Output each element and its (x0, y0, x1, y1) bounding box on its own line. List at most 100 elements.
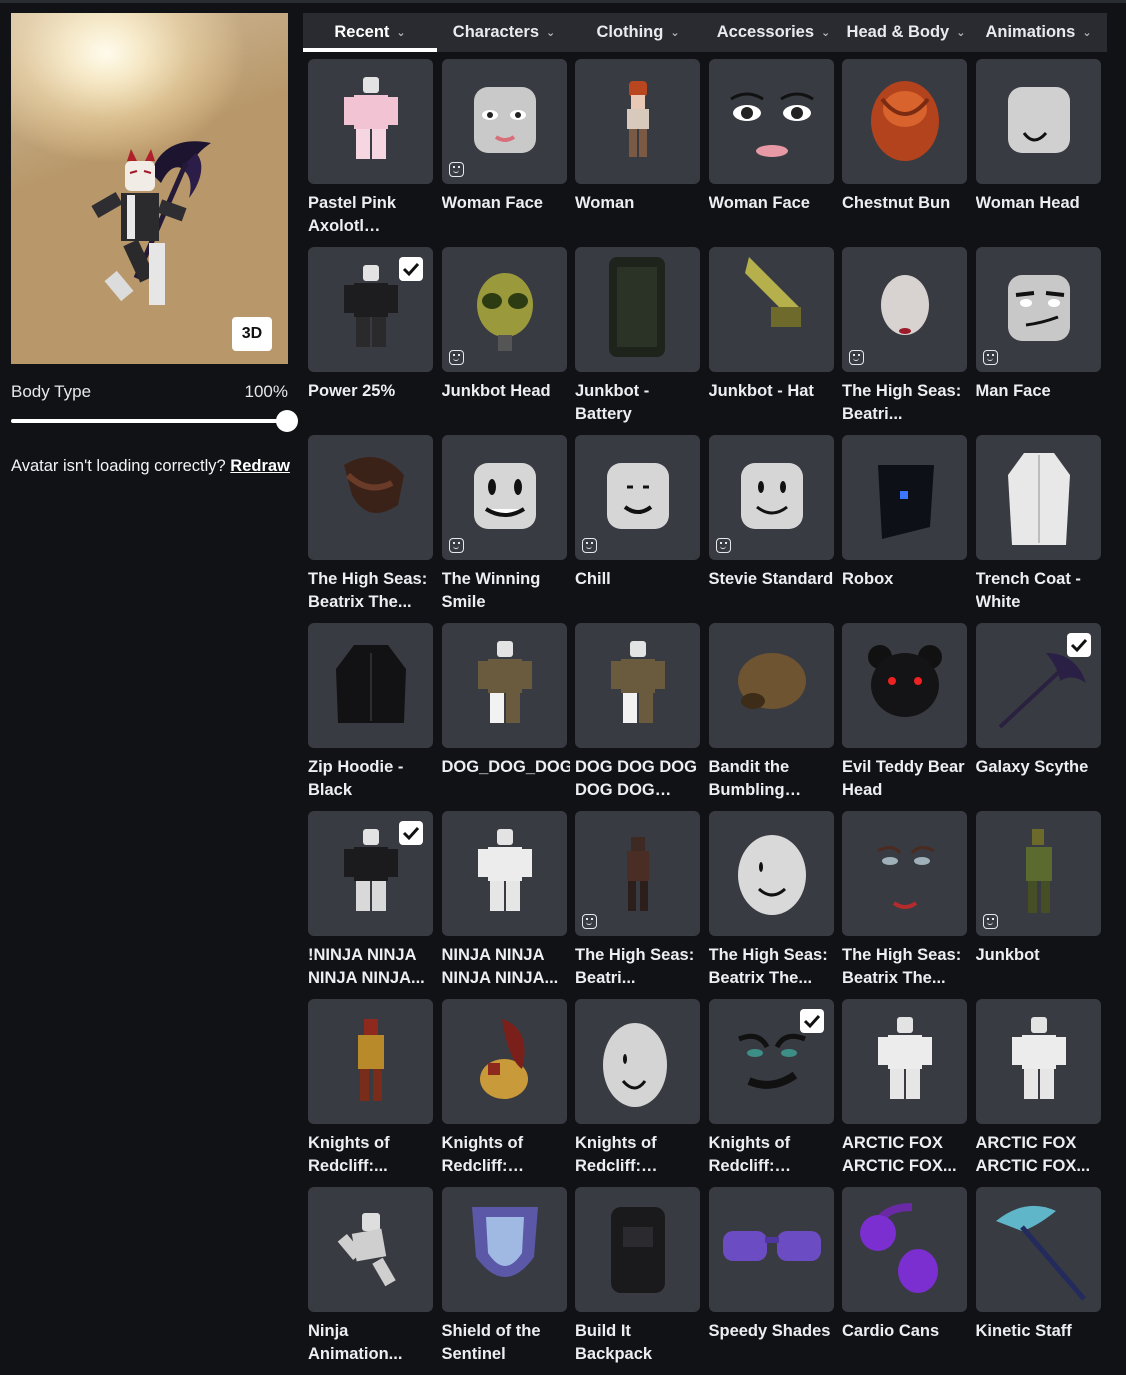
item-thumbnail[interactable] (842, 623, 967, 748)
item-thumbnail[interactable] (441, 59, 567, 184)
item-name[interactable]: Robox (842, 568, 970, 614)
item-thumbnail[interactable] (308, 59, 433, 184)
item-thumbnail[interactable] (575, 435, 700, 560)
item-thumbnail[interactable] (575, 811, 700, 936)
item-thumbnail[interactable] (708, 247, 834, 372)
grid-item[interactable]: Galaxy Scythe (975, 623, 1101, 811)
item-name[interactable]: !NINJA NINJA NINJA NINJA... (308, 944, 436, 990)
grid-item[interactable]: Chill (575, 435, 700, 623)
tab-accessories[interactable]: Accessories ⌄ (705, 13, 842, 52)
item-thumbnail[interactable] (441, 435, 567, 560)
item-thumbnail[interactable] (441, 247, 567, 372)
item-name[interactable]: Woman Face (709, 192, 837, 238)
checkmark-icon[interactable] (1066, 633, 1091, 657)
item-name[interactable]: Junkbot - Hat (709, 380, 837, 426)
grid-item[interactable]: Man Face (975, 247, 1104, 435)
grid-item[interactable]: Chestnut Bun (842, 59, 967, 247)
item-name[interactable]: Junkbot Head (442, 380, 570, 426)
grid-item[interactable]: Knights of Redcliff: Paladi... (575, 999, 700, 1187)
item-thumbnail[interactable] (975, 1187, 1101, 1312)
checkmark-icon[interactable] (399, 821, 423, 845)
item-thumbnail[interactable] (708, 999, 834, 1124)
grid-item[interactable]: The High Seas: Beatrix The... (842, 811, 967, 999)
grid-item[interactable]: Knights of Redcliff: Paladi... (708, 999, 837, 1187)
item-thumbnail[interactable] (575, 623, 700, 748)
item-name[interactable]: Build It Backpack (575, 1320, 703, 1366)
item-thumbnail[interactable] (708, 623, 834, 748)
item-thumbnail[interactable] (708, 1187, 834, 1312)
redraw-link[interactable]: Redraw (230, 457, 290, 475)
item-thumbnail[interactable] (308, 247, 433, 372)
checkmark-icon[interactable] (799, 1009, 824, 1033)
item-name[interactable]: Evil Teddy Bear Head (842, 756, 970, 802)
grid-item[interactable]: Trench Coat - White (975, 435, 1104, 623)
item-name[interactable]: ARCTIC FOX ARCTIC FOX... (976, 1132, 1104, 1178)
item-thumbnail[interactable] (975, 247, 1101, 372)
grid-item[interactable]: NINJA NINJA NINJA NINJA... (441, 811, 567, 999)
item-thumbnail[interactable] (441, 623, 567, 748)
item-name[interactable]: Ninja Animation... (308, 1320, 436, 1366)
view-3d-button[interactable]: 3D (232, 317, 272, 351)
item-thumbnail[interactable] (308, 1187, 433, 1312)
grid-item[interactable]: Robox (842, 435, 967, 623)
item-name[interactable]: Trench Coat - White (976, 568, 1104, 614)
item-thumbnail[interactable] (842, 59, 967, 184)
slider-track[interactable] (11, 419, 288, 423)
item-thumbnail[interactable] (308, 623, 433, 748)
grid-item[interactable]: The Winning Smile (441, 435, 567, 623)
item-thumbnail[interactable] (842, 247, 967, 372)
grid-item[interactable]: Speedy Shades (708, 1187, 834, 1375)
grid-item[interactable]: DOG DOG DOG DOG DOG DOG... (575, 623, 700, 811)
item-name[interactable]: Woman (575, 192, 703, 238)
item-name[interactable]: Knights of Redcliff: Paladi... (575, 1132, 703, 1178)
grid-item[interactable]: Build It Backpack (575, 1187, 700, 1375)
item-thumbnail[interactable] (708, 811, 834, 936)
item-thumbnail[interactable] (575, 999, 700, 1124)
grid-item[interactable]: Kinetic Staff (975, 1187, 1104, 1375)
grid-item[interactable]: DOG_DOG_DOG... (441, 623, 570, 811)
item-name[interactable]: Man Face (976, 380, 1104, 426)
item-name[interactable]: Kinetic Staff (976, 1320, 1104, 1366)
checkmark-icon[interactable] (399, 257, 423, 281)
tab-clothing[interactable]: Clothing ⌄ (571, 13, 705, 52)
tab-animations[interactable]: Animations ⌄ (970, 13, 1107, 52)
grid-item[interactable]: Ninja Animation... (308, 1187, 433, 1375)
item-name[interactable]: Knights of Redcliff: Paladi... (709, 1132, 837, 1178)
body-type-slider[interactable] (11, 410, 298, 432)
item-thumbnail[interactable] (842, 1187, 967, 1312)
item-name[interactable]: The High Seas: Beatrix The... (308, 568, 436, 614)
item-name[interactable]: Cardio Cans (842, 1320, 970, 1366)
item-thumbnail[interactable] (708, 435, 834, 560)
item-name[interactable]: Chestnut Bun (842, 192, 970, 238)
item-thumbnail[interactable] (975, 999, 1101, 1124)
item-name[interactable]: Knights of Redcliff:... (308, 1132, 436, 1178)
grid-item[interactable]: Woman Head (975, 59, 1101, 247)
item-name[interactable]: Bandit the Bumbling Puppy (709, 756, 837, 802)
grid-item[interactable]: Woman Face (708, 59, 837, 247)
item-name[interactable]: Zip Hoodie - Black (308, 756, 436, 802)
item-thumbnail[interactable] (975, 623, 1101, 748)
item-name[interactable]: The High Seas: Beatri... (575, 944, 703, 990)
item-thumbnail[interactable] (308, 811, 433, 936)
item-thumbnail[interactable] (842, 435, 967, 560)
slider-thumb[interactable] (276, 410, 298, 432)
tab-head-body[interactable]: Head & Body ⌄ (842, 13, 970, 52)
item-name[interactable]: Junkbot - Battery (575, 380, 703, 426)
item-name[interactable]: The High Seas: Beatri... (842, 380, 970, 426)
grid-item[interactable]: The High Seas: Beatri... (842, 247, 967, 435)
item-name[interactable]: The High Seas: Beatrix The... (842, 944, 970, 990)
grid-item[interactable]: Woman Face (441, 59, 567, 247)
grid-item[interactable]: Power 25% (308, 247, 433, 435)
item-name[interactable]: Power 25% (308, 380, 436, 426)
item-name[interactable]: DOG DOG DOG DOG DOG DOG... (575, 756, 703, 802)
item-thumbnail[interactable] (708, 59, 834, 184)
item-name[interactable]: Knights of Redcliff: Paladi... (442, 1132, 570, 1178)
item-thumbnail[interactable] (842, 811, 967, 936)
item-thumbnail[interactable] (975, 435, 1101, 560)
grid-item[interactable]: Woman (575, 59, 700, 247)
item-thumbnail[interactable] (575, 59, 700, 184)
grid-item[interactable]: Stevie Standard (708, 435, 834, 623)
grid-item[interactable]: !NINJA NINJA NINJA NINJA... (308, 811, 433, 999)
item-thumbnail[interactable] (308, 999, 433, 1124)
grid-item[interactable]: Junkbot - Hat (708, 247, 837, 435)
